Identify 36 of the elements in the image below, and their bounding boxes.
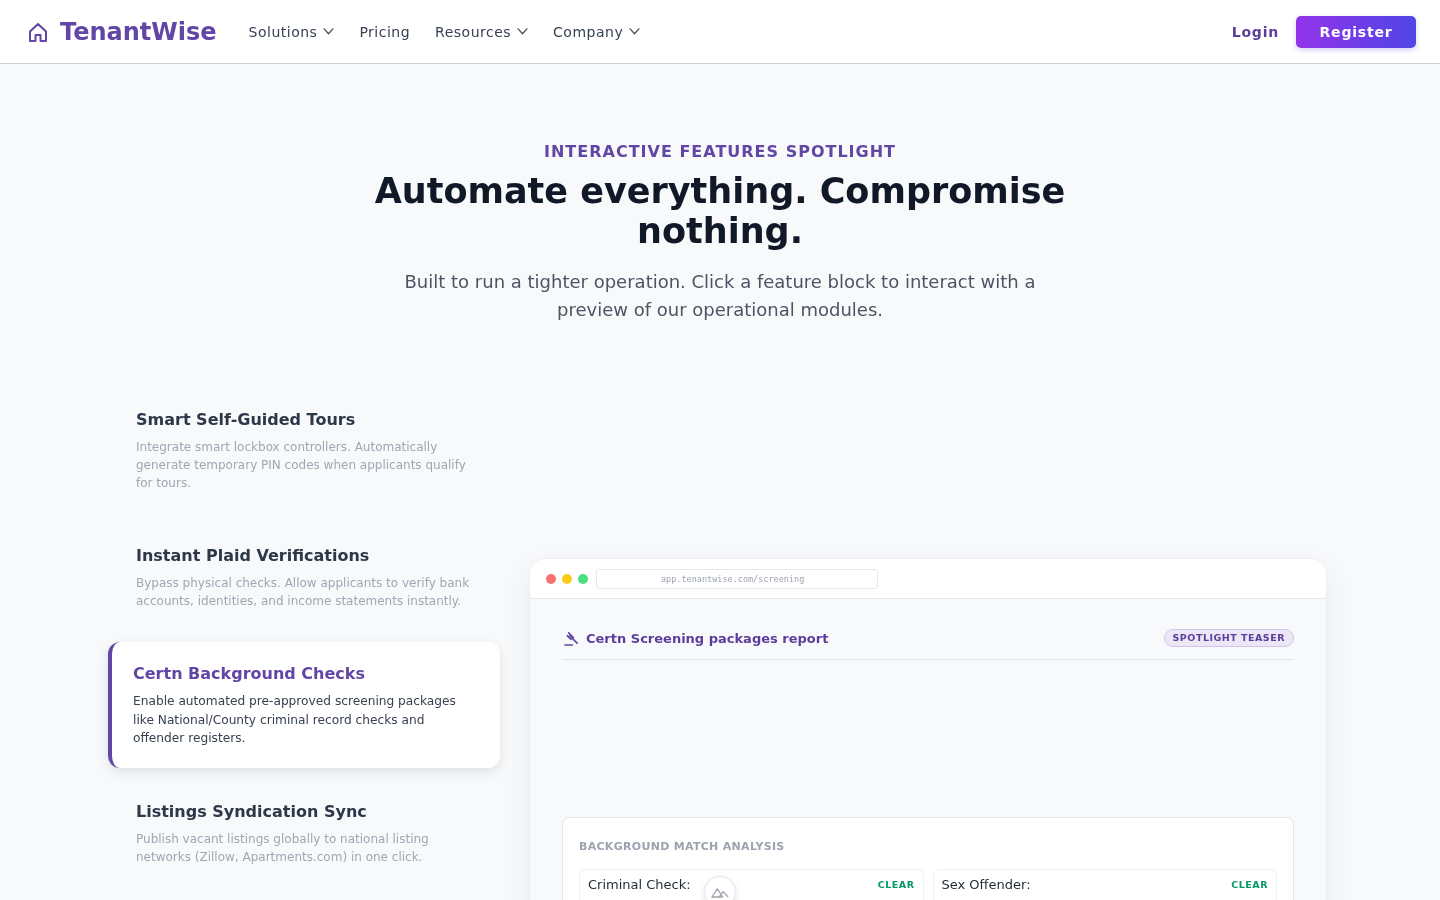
feature-description: Bypass physical checks. Allow applicants to verify bank accounts, identities, and income statements instantly. xyxy=(136,575,471,610)
feature-title: Smart Self-Guided Tours xyxy=(136,409,357,431)
feature-description: Publish vacant listings globally to national listing networks (Zillow, Apartments.com) in one click. xyxy=(136,830,430,866)
hero-heading: Automate everything. Compromise nothing. xyxy=(373,171,1067,251)
feature-title: Listings Syndication Sync xyxy=(136,800,368,823)
feature-title: Certn Background Checks xyxy=(133,663,366,685)
logo-link[interactable]: TenantWise xyxy=(28,17,217,46)
house-icon xyxy=(28,21,48,42)
check-status: CLEAR xyxy=(877,879,915,890)
section-eyebrow: INTERACTIVE FEATURES SPOTLIGHT xyxy=(543,142,897,162)
analysis-title: BACKGROUND MATCH ANALYSIS xyxy=(579,840,786,854)
feature-card[interactable]: Instant Plaid Verifications Bypass physical checks. Allow applicants to verify bank accounts, identities, and income statements instantly. xyxy=(108,524,500,630)
login-link[interactable]: Login xyxy=(1231,23,1279,40)
window-dot-icon xyxy=(562,573,572,584)
gavel-icon xyxy=(564,630,579,646)
hero-subtitle: Built to run a tighter operation. Click a feature block to interact with a preview of our operational modules. xyxy=(403,270,1037,322)
nav-link[interactable]: Solutions xyxy=(248,23,335,40)
window-dot-icon xyxy=(546,573,556,584)
address-bar: app.tenantwise.com/screening xyxy=(596,568,878,589)
spotlight-badge: SPOTLIGHT TEASER xyxy=(1163,629,1294,647)
window-dot-icon xyxy=(578,573,588,584)
feature-description: Integrate smart lockbox controllers. Automatically generate temporary PIN codes when applicants qualify for tours. xyxy=(136,439,467,492)
feature-card[interactable]: Certn Background Checks Enable automated pre-approved screening packages like National/County criminal record checks and offender registers. xyxy=(108,642,500,768)
nav-link[interactable]: Pricing xyxy=(359,23,411,40)
check-label: Criminal Check: xyxy=(588,877,691,892)
register-button[interactable]: Register xyxy=(1296,15,1416,48)
check-status: CLEAR xyxy=(1231,879,1268,890)
feature-title: Instant Plaid Verifications xyxy=(136,545,371,567)
feature-card[interactable]: Listings Syndication Sync Publish vacant listings globally to national listing networks (Zillow, Apartments.com) in one click. xyxy=(108,779,500,886)
nav-link[interactable]: Resources xyxy=(435,23,529,40)
mountain-icon xyxy=(711,886,729,898)
feature-description: Enable automated pre-approved screening packages like National/County criminal record checks and offender registers. xyxy=(133,693,457,747)
check-label: Sex Offender: xyxy=(941,877,1031,892)
feature-card[interactable]: Smart Self-Guided Tours Integrate smart lockbox controllers. Automatically generate temporary PIN codes when applicants qualify for tours. xyxy=(108,388,500,512)
nav-link[interactable]: Company xyxy=(553,23,641,40)
report-title: Certn Screening packages report xyxy=(586,630,829,646)
